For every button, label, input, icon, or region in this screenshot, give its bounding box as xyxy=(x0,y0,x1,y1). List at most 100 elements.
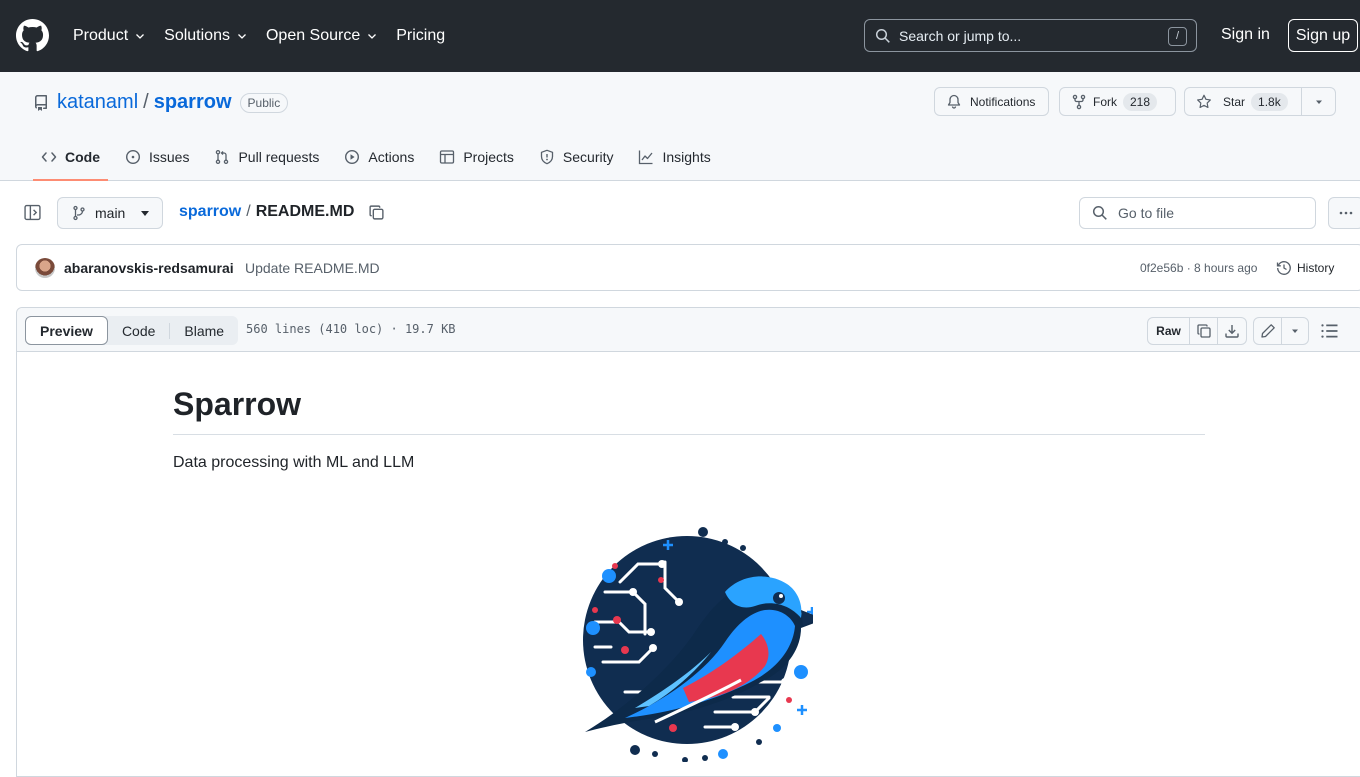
caret-down-icon xyxy=(141,211,149,216)
commit-meta[interactable]: 0f2e56b · 8 hours ago xyxy=(1140,261,1257,275)
repo-header: katanaml / sparrow Public Notifications … xyxy=(0,72,1360,181)
tab-insights-label: Insights xyxy=(662,149,711,165)
commit-author-link[interactable]: abaranovskis-redsamurai xyxy=(64,260,234,276)
pencil-icon xyxy=(1260,324,1275,338)
branch-selector-button[interactable]: main xyxy=(57,197,163,229)
go-to-file-input[interactable]: Go to file xyxy=(1079,197,1316,229)
commit-message-link[interactable]: Update README.MD xyxy=(245,260,380,276)
edit-options-dropdown[interactable] xyxy=(1282,318,1308,344)
blame-mode-label: Blame xyxy=(184,322,225,339)
avatar[interactable] xyxy=(35,258,55,278)
notifications-button[interactable]: Notifications xyxy=(934,87,1049,116)
file-stats: 560 lines (410 loc) · 19.7 KB xyxy=(246,322,456,336)
tab-code[interactable]: Code xyxy=(33,142,108,181)
breadcrumb-repo-link[interactable]: sparrow xyxy=(179,203,241,221)
search-icon xyxy=(1092,205,1107,220)
tab-security[interactable]: Security xyxy=(531,142,622,172)
code-mode-button[interactable]: Code xyxy=(108,316,169,345)
raw-button[interactable]: Raw xyxy=(1148,318,1190,344)
search-icon xyxy=(875,28,890,43)
file-breadcrumb: sparrow / README.MD xyxy=(179,203,385,221)
blame-mode-button[interactable]: Blame xyxy=(170,316,238,345)
fork-label: Fork xyxy=(1093,94,1117,109)
go-to-file-placeholder: Go to file xyxy=(1118,205,1175,221)
copy-icon[interactable] xyxy=(368,204,385,221)
file-viewer: Preview Code Blame 560 lines (410 loc) ·… xyxy=(16,307,1360,777)
star-count: 1.8k xyxy=(1251,92,1288,111)
star-label: Star xyxy=(1223,94,1246,109)
sparrow-logo-image[interactable] xyxy=(565,522,813,762)
tab-projects[interactable]: Projects xyxy=(431,142,522,172)
code-icon xyxy=(41,152,57,162)
repo-title: katanaml / sparrow Public xyxy=(33,91,289,114)
notifications-label: Notifications xyxy=(970,94,1036,109)
copy-raw-button[interactable] xyxy=(1190,318,1218,344)
global-search-input[interactable]: Search or jump to... / xyxy=(864,19,1197,52)
shield-icon xyxy=(540,149,554,165)
copy-icon xyxy=(1196,324,1211,338)
nav-pricing-label: Pricing xyxy=(396,27,446,44)
history-icon xyxy=(1276,261,1291,275)
list-unordered-icon[interactable] xyxy=(1320,321,1340,341)
tab-pull-requests-label: Pull requests xyxy=(238,149,320,165)
latest-commit-bar: abaranovskis-redsamurai Update README.MD… xyxy=(16,244,1360,291)
nav-open-source[interactable]: Open Source xyxy=(266,27,378,45)
tab-security-label: Security xyxy=(562,149,614,165)
readme-title: Sparrow xyxy=(173,386,302,422)
table-icon xyxy=(440,150,455,164)
triangle-down-icon xyxy=(1315,100,1322,104)
chevron-down-icon xyxy=(368,34,377,39)
star-icon xyxy=(1197,94,1211,108)
chevron-down-icon xyxy=(238,34,246,39)
star-button[interactable]: Star 1.8k xyxy=(1184,87,1336,116)
heading-divider xyxy=(173,434,1205,435)
triangle-down-icon xyxy=(1292,329,1298,333)
tab-code-label: Code xyxy=(65,149,100,165)
code-mode-label: Code xyxy=(121,322,156,339)
github-logo-icon[interactable] xyxy=(16,19,49,52)
star-list-dropdown[interactable] xyxy=(1301,88,1335,115)
more-options-button[interactable] xyxy=(1328,197,1360,229)
tab-issues[interactable]: Issues xyxy=(117,142,197,172)
nav-open-source-label: Open Source xyxy=(265,27,361,44)
branch-name: main xyxy=(95,205,126,221)
edit-file-button[interactable] xyxy=(1254,318,1282,344)
history-button[interactable]: History xyxy=(1276,260,1334,276)
visibility-badge: Public xyxy=(239,92,289,113)
tab-actions[interactable]: Actions xyxy=(336,142,422,172)
readme-description: Data processing with ML and LLM xyxy=(173,454,415,471)
repo-owner-link[interactable]: katanaml xyxy=(57,91,138,114)
search-shortcut-key: / xyxy=(1168,27,1187,46)
preview-mode-button[interactable]: Preview xyxy=(25,316,108,345)
nav-solutions[interactable]: Solutions xyxy=(164,27,248,45)
fork-count: 218 xyxy=(1123,92,1158,111)
view-mode-segmented-control: Preview Code Blame xyxy=(25,316,239,345)
fork-button[interactable]: Fork 218 xyxy=(1059,87,1176,116)
sidebar-expand-icon[interactable] xyxy=(24,204,41,221)
raw-label: Raw xyxy=(1156,324,1181,338)
repo-icon xyxy=(35,94,47,111)
issue-opened-icon xyxy=(125,149,141,165)
tab-pull-requests[interactable]: Pull requests xyxy=(206,142,327,172)
tab-issues-label: Issues xyxy=(149,149,190,165)
bell-icon xyxy=(947,94,961,109)
nav-solutions-label: Solutions xyxy=(164,27,230,44)
kebab-horizontal-icon xyxy=(1339,211,1353,215)
nav-pricing[interactable]: Pricing xyxy=(396,27,445,45)
git-pull-request-icon xyxy=(216,149,229,165)
global-header: Product Solutions Open Source Pricing Se… xyxy=(0,0,1360,72)
history-label: History xyxy=(1297,261,1335,275)
sign-in-link[interactable]: Sign in xyxy=(1221,26,1270,44)
sign-up-button[interactable]: Sign up xyxy=(1288,19,1358,52)
nav-product[interactable]: Product xyxy=(73,27,146,45)
play-icon xyxy=(345,149,360,165)
breadcrumb-file-name: README.MD xyxy=(255,203,355,220)
graph-icon xyxy=(639,150,653,165)
file-viewer-header: Preview Code Blame 560 lines (410 loc) ·… xyxy=(17,308,1360,352)
tab-actions-label: Actions xyxy=(368,149,415,165)
nav-product-label: Product xyxy=(73,27,129,44)
tab-insights[interactable]: Insights xyxy=(630,142,718,172)
repo-tabs: Code Issues Pull requests Actions Projec… xyxy=(33,142,728,181)
repo-name-link[interactable]: sparrow xyxy=(154,91,232,114)
download-button[interactable] xyxy=(1218,318,1246,344)
